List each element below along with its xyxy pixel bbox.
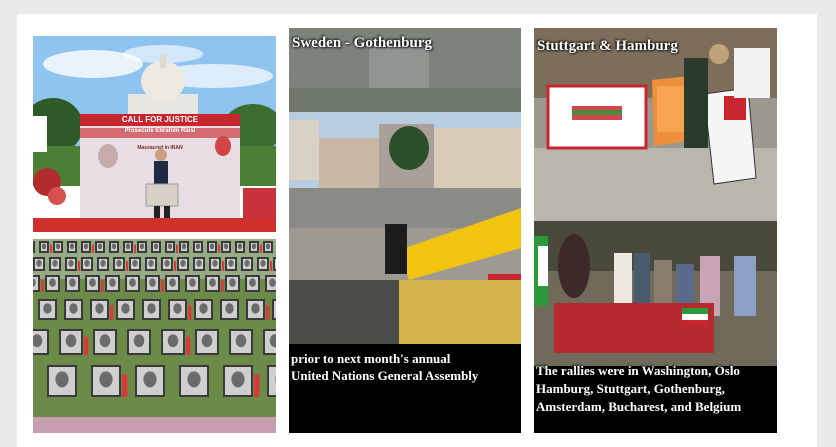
stuttgart-caption-line-3: Amsterdam, Bucharest, and Belgium [536, 399, 742, 414]
stuttgart-caption-line-2: Hamburg, Stuttgart, Gothenburg, [536, 381, 725, 396]
banner-subtitle: Prosecute Ebrahim Raisi [124, 128, 196, 134]
gothenburg-title: Sweden - Gothenburg [292, 35, 433, 51]
gothenburg-caption-line-2: United Nations General Assembly [291, 368, 479, 383]
stuttgart-caption-line-1: The rallies were in Washington, Oslo [536, 363, 740, 378]
gothenburg-caption-line-1: prior to next month's annual [291, 351, 451, 366]
banner-subtext: Massacred in IRAN [137, 145, 183, 151]
gothenburg-video-frame: Sweden - Gothenburg prior to next month'… [289, 28, 521, 433]
washington-rally-photo: CALL FOR JUSTICE Prosecute Ebrahim Raisi… [33, 36, 276, 232]
stuttgart-hamburg-video-frame: Stuttgart & Hamburg The rallies were in … [534, 28, 777, 433]
banner-title: CALL FOR JUSTICE [121, 115, 199, 124]
victims-photo-field [33, 239, 276, 433]
stuttgart-title: Stuttgart & Hamburg [537, 38, 678, 54]
